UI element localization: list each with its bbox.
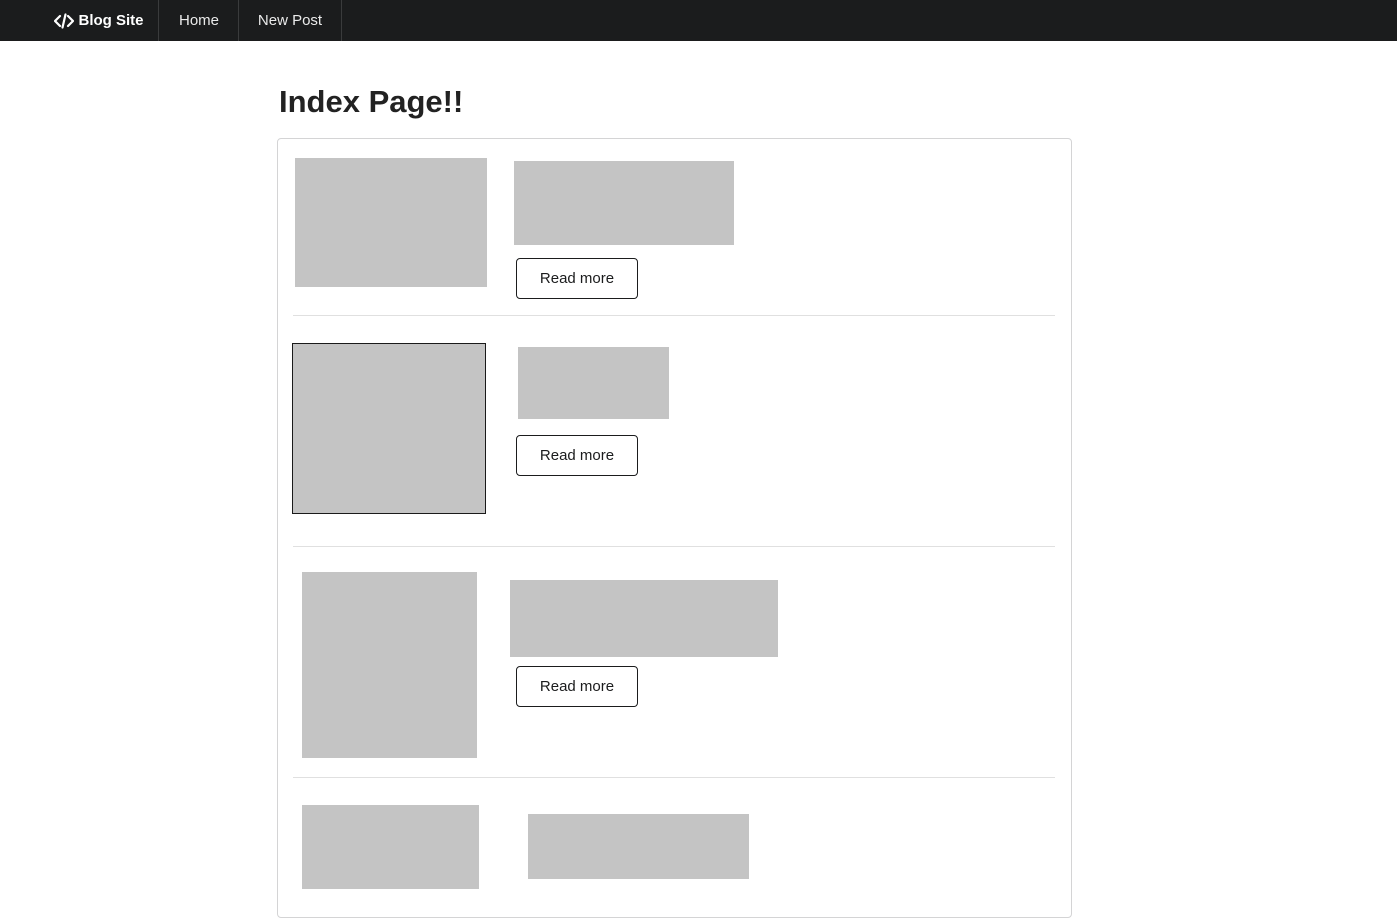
post-image (302, 572, 477, 758)
post-title-placeholder (510, 580, 778, 657)
read-more-button[interactable]: Read more (516, 258, 638, 299)
nav-new-post-label: New Post (257, 12, 323, 29)
read-more-button[interactable]: Read more (516, 666, 638, 707)
post-divider (293, 546, 1055, 547)
page-title: Index Page!! (279, 84, 464, 119)
top-navbar: Blog Site Home New Post (0, 0, 1397, 41)
post-title-placeholder (528, 814, 749, 879)
nav-new-post[interactable]: New Post (239, 0, 342, 41)
nav-home-label: Home (178, 12, 219, 29)
code-icon (54, 12, 75, 29)
post-title-placeholder (514, 161, 734, 245)
post-image (302, 805, 479, 889)
post-title-placeholder (518, 347, 669, 419)
brand-link[interactable]: Blog Site (40, 0, 159, 41)
post-image (295, 158, 487, 287)
brand-label: Blog Site (78, 12, 144, 29)
post-divider (293, 315, 1055, 316)
post-divider (293, 777, 1055, 778)
post-image (292, 343, 486, 514)
read-more-button[interactable]: Read more (516, 435, 638, 476)
nav-home[interactable]: Home (160, 0, 239, 41)
